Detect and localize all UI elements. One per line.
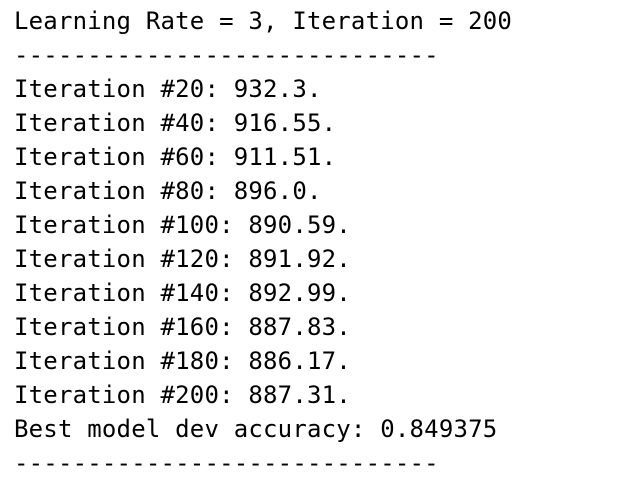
- iteration-line-180: Iteration #180: 886.17.: [14, 347, 351, 375]
- iteration-line-100: Iteration #100: 890.59.: [14, 211, 351, 239]
- iteration-line-20: Iteration #20: 932.3.: [14, 75, 322, 103]
- separator-top: -----------------------------: [14, 41, 439, 69]
- iteration-line-160: Iteration #160: 887.83.: [14, 313, 351, 341]
- header-line: Learning Rate = 3, Iteration = 200: [14, 7, 513, 35]
- iteration-line-140: Iteration #140: 892.99.: [14, 279, 351, 307]
- separator-bottom: -----------------------------: [14, 449, 439, 477]
- best-accuracy-line: Best model dev accuracy: 0.849375: [14, 415, 498, 443]
- iteration-line-80: Iteration #80: 896.0.: [14, 177, 322, 205]
- iteration-line-120: Iteration #120: 891.92.: [14, 245, 351, 273]
- iteration-line-200: Iteration #200: 887.31.: [14, 381, 351, 409]
- iteration-line-40: Iteration #40: 916.55.: [14, 109, 337, 137]
- iteration-line-60: Iteration #60: 911.51.: [14, 143, 337, 171]
- console-output: Learning Rate = 3, Iteration = 200 -----…: [0, 0, 620, 490]
